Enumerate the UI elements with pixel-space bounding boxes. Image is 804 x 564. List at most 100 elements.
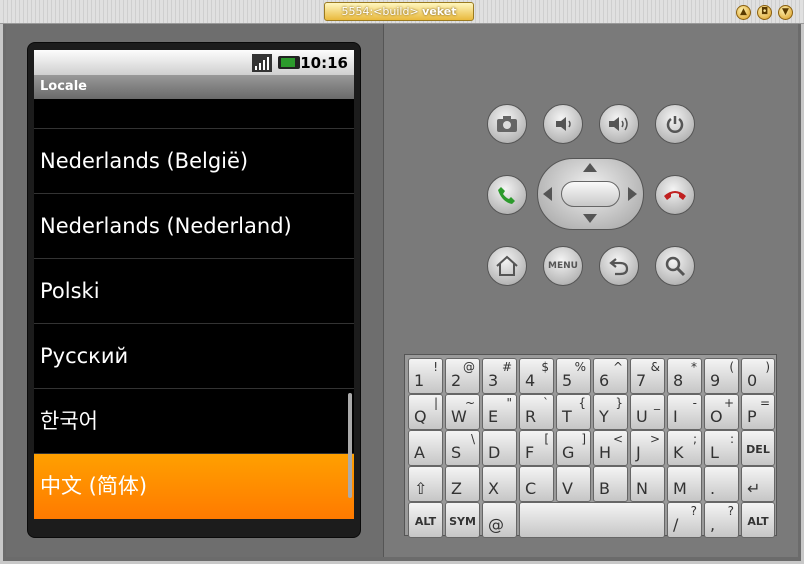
key-label: R <box>525 407 537 426</box>
locale-item[interactable]: Русский <box>34 324 354 389</box>
key-a[interactable]: A <box>408 430 443 466</box>
key-i[interactable]: I- <box>667 394 702 430</box>
dpad-down-icon[interactable] <box>583 214 597 223</box>
key-alt-label: ? <box>727 504 734 518</box>
title-build: <build> <box>373 5 419 18</box>
key-y[interactable]: Y} <box>593 394 628 430</box>
key-9[interactable]: 9( <box>704 358 739 394</box>
key-label: N <box>636 479 648 498</box>
call-button[interactable] <box>487 175 527 215</box>
end-call-icon <box>664 191 686 200</box>
locale-item[interactable]: Polski <box>34 259 354 324</box>
back-button[interactable] <box>599 246 639 286</box>
key-@[interactable]: @ <box>482 502 517 538</box>
key-v[interactable]: V <box>556 466 591 502</box>
key-del[interactable]: DEL <box>741 430 775 466</box>
restore-icon[interactable]: ◘ <box>757 5 772 20</box>
key-d[interactable]: D <box>482 430 517 466</box>
key-m[interactable]: M <box>667 466 702 502</box>
key-g[interactable]: G] <box>556 430 591 466</box>
volume-up-button[interactable] <box>599 104 639 144</box>
search-button[interactable] <box>655 246 695 286</box>
key-alt-label: ~ <box>464 396 475 410</box>
key-s[interactable]: S \ <box>445 430 480 466</box>
key-e[interactable]: E " <box>482 394 517 430</box>
key-sym[interactable]: SYM <box>445 502 480 538</box>
end-call-button[interactable] <box>655 175 695 215</box>
key-⇧[interactable]: ⇧ <box>408 466 443 502</box>
key-alt-label: | <box>433 396 438 410</box>
key-label: , <box>710 515 716 534</box>
camera-button[interactable] <box>487 104 527 144</box>
dpad-center-button[interactable] <box>561 181 620 207</box>
key-alt[interactable]: ALT <box>408 502 443 538</box>
locale-item[interactable]: Nederlands (België) <box>34 129 354 194</box>
home-icon <box>496 255 518 276</box>
key-f[interactable]: F[ <box>519 430 554 466</box>
title-host: veket <box>422 5 457 18</box>
locale-item[interactable]: 中文 (简体) <box>34 454 354 519</box>
key-alt-label: { <box>578 396 586 410</box>
hardware-keyboard: 1! 2 @3 #4 $5% 6 ^ 7 & 8 * 9(0) Q | W ~ E " R ` T{Y} U _ I - O + P =… <box>404 354 777 538</box>
key-o[interactable]: O + <box>704 394 739 430</box>
key-label: V <box>562 479 573 498</box>
key-8[interactable]: 8 * <box>667 358 702 394</box>
key-t[interactable]: T{ <box>556 394 591 430</box>
key-c[interactable]: C <box>519 466 554 502</box>
volume-down-button[interactable] <box>543 104 583 144</box>
key-alt-label: ` <box>543 396 549 410</box>
key-label: U <box>636 407 648 426</box>
key-↵[interactable]: ↵ <box>741 466 775 502</box>
key-3[interactable]: 3 # <box>482 358 517 394</box>
key-p[interactable]: P = <box>741 394 775 430</box>
key-q[interactable]: Q | <box>408 394 443 430</box>
key-h[interactable]: H < <box>593 430 628 466</box>
locale-item[interactable]: 한국어 <box>34 389 354 454</box>
key-alt-label: : <box>729 432 734 446</box>
key-0[interactable]: 0) <box>741 358 775 394</box>
dpad-right-icon[interactable] <box>628 187 637 201</box>
search-icon <box>665 256 686 277</box>
key-z[interactable]: Z <box>445 466 480 502</box>
key-4[interactable]: 4 $ <box>519 358 554 394</box>
list-scrollbar[interactable] <box>348 393 352 498</box>
menu-button[interactable]: MENU <box>543 246 583 286</box>
key-b[interactable]: B <box>593 466 628 502</box>
dpad-left-icon[interactable] <box>543 187 552 201</box>
key-label: 9 <box>710 371 721 390</box>
key-label: DEL <box>746 443 770 456</box>
app-title: Locale <box>34 75 354 99</box>
key-label: C <box>525 479 537 498</box>
key-5[interactable]: 5% <box>556 358 591 394</box>
home-button[interactable] <box>487 246 527 286</box>
key-x[interactable]: X <box>482 466 517 502</box>
key-alt[interactable]: ALT <box>741 502 775 538</box>
key-.[interactable]: . <box>704 466 739 502</box>
key-j[interactable]: J > <box>630 430 665 466</box>
key-alt-label: ] <box>581 432 586 446</box>
key-u[interactable]: U _ <box>630 394 665 430</box>
dpad-up-icon[interactable] <box>583 163 597 172</box>
power-button[interactable] <box>655 104 695 144</box>
key-r[interactable]: R ` <box>519 394 554 430</box>
close-icon[interactable]: ▼ <box>778 5 793 20</box>
key-label: L <box>710 443 719 462</box>
locale-item[interactable]: Nederlands (Nederland) <box>34 194 354 259</box>
minimize-icon[interactable]: ▲ <box>736 5 751 20</box>
space-key[interactable] <box>519 502 665 538</box>
key-label: M <box>673 479 687 498</box>
key-2[interactable]: 2 @ <box>445 358 480 394</box>
key-n[interactable]: N <box>630 466 665 502</box>
key-/[interactable]: /? <box>667 502 702 538</box>
status-clock: 10:16 <box>300 54 348 72</box>
key-l[interactable]: L: <box>704 430 739 466</box>
volume-up-icon <box>609 117 628 131</box>
key-7[interactable]: 7 & <box>630 358 665 394</box>
key-label: F <box>525 443 535 462</box>
key-w[interactable]: W ~ <box>445 394 480 430</box>
key-1[interactable]: 1! <box>408 358 443 394</box>
key-,[interactable]: ,? <box>704 502 739 538</box>
key-k[interactable]: K; <box>667 430 702 466</box>
key-6[interactable]: 6 ^ <box>593 358 628 394</box>
window-titlebar[interactable]: 5554:<build> veket ▲ ◘ ▼ <box>0 0 804 24</box>
